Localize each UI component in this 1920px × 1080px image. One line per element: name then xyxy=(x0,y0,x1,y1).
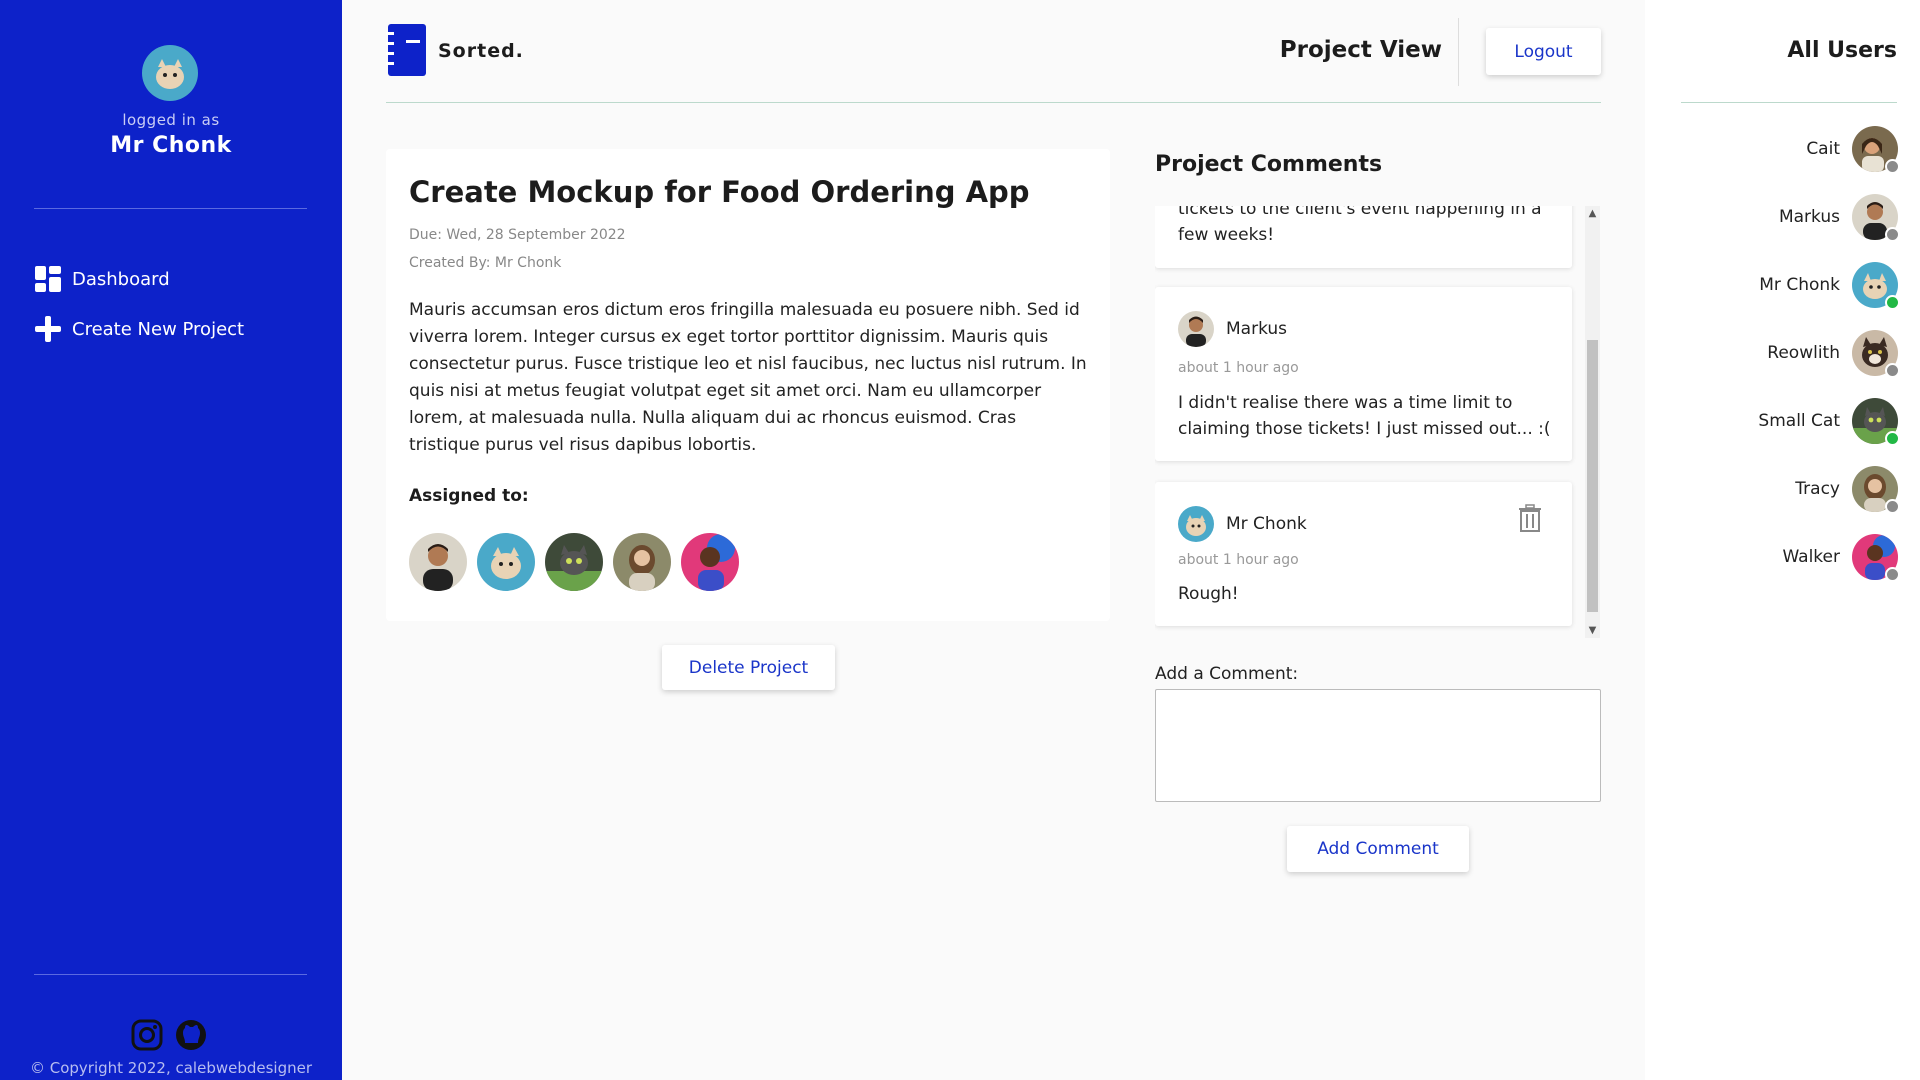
comments-list[interactable]: tickets to the client's event happening … xyxy=(1155,206,1587,638)
user-item-walker[interactable]: Walker xyxy=(1782,534,1900,582)
user-avatar xyxy=(1852,330,1900,378)
nav-create-project[interactable]: Create New Project xyxy=(34,315,244,343)
header-rule xyxy=(386,102,1601,103)
online-status-badge xyxy=(1885,431,1900,446)
assigned-users xyxy=(409,533,739,591)
logged-in-as-label: logged in as xyxy=(122,111,220,129)
github-icon[interactable] xyxy=(174,1018,208,1052)
scrollbar-thumb[interactable] xyxy=(1587,340,1598,612)
delete-project-button[interactable]: Delete Project xyxy=(662,645,835,690)
user-item-small-cat[interactable]: Small Cat xyxy=(1758,398,1900,446)
comment-avatar xyxy=(1178,311,1214,347)
nav-create-project-label: Create New Project xyxy=(72,318,245,340)
user-name: Cait xyxy=(1806,139,1840,159)
comment-author: Mr Chonk xyxy=(1226,514,1307,534)
nav-dashboard-label: Dashboard xyxy=(72,268,170,290)
plus-icon xyxy=(34,315,62,343)
project-description: Mauris accumsan eros dictum eros fringil… xyxy=(409,300,1087,455)
trash-icon[interactable] xyxy=(1518,504,1542,532)
offline-status-badge xyxy=(1885,227,1900,242)
comment-item: Mr Chonk about 1 hour ago Rough! xyxy=(1155,482,1572,626)
sidebar-footer-divider xyxy=(34,974,307,975)
instagram-icon[interactable] xyxy=(130,1018,164,1052)
nav-dashboard[interactable]: Dashboard xyxy=(34,265,170,293)
offline-status-badge xyxy=(1885,159,1900,174)
user-item-cait[interactable]: Cait xyxy=(1806,126,1900,174)
brand-name: Sorted. xyxy=(438,40,524,62)
user-name: Mr Chonk xyxy=(1759,275,1840,295)
user-avatar xyxy=(1852,194,1900,242)
comment-input[interactable] xyxy=(1155,689,1601,802)
social-links xyxy=(130,1018,208,1052)
user-name: Markus xyxy=(1778,207,1840,227)
user-item-tracy[interactable]: Tracy xyxy=(1795,466,1900,514)
user-avatar xyxy=(1852,126,1900,174)
user-avatar xyxy=(1852,466,1900,514)
current-user-avatar xyxy=(142,45,198,101)
comment-text: tickets to the client's event happening … xyxy=(1178,206,1542,245)
offline-status-badge xyxy=(1885,499,1900,514)
users-rule xyxy=(1681,102,1897,103)
offline-status-badge xyxy=(1885,363,1900,378)
comment-author: Markus xyxy=(1226,319,1288,339)
dashboard-icon xyxy=(34,265,62,293)
users-panel: All Users Cait Markus Mr Chonk Reowlith … xyxy=(1645,0,1920,1080)
sidebar-divider xyxy=(34,208,307,209)
comment-text: I didn't realise there was a time limit … xyxy=(1178,393,1551,439)
user-avatar xyxy=(1852,398,1900,446)
offline-status-badge xyxy=(1885,567,1900,582)
comment-avatar xyxy=(1178,506,1214,542)
user-avatar xyxy=(1852,262,1900,310)
project-created-by: Created By: Mr Chonk xyxy=(409,255,562,271)
user-item-markus[interactable]: Markus xyxy=(1778,194,1900,242)
comment-item: tickets to the client's event happening … xyxy=(1155,206,1572,268)
user-name: Tracy xyxy=(1795,479,1840,499)
add-comment-label: Add a Comment: xyxy=(1155,664,1299,684)
comments-heading: Project Comments xyxy=(1155,152,1383,177)
user-name: Reowlith xyxy=(1767,343,1840,363)
project-title: Create Mockup for Food Ordering App xyxy=(409,175,1030,209)
logout-button[interactable]: Logout xyxy=(1486,28,1601,75)
copyright-text: © Copyright 2022, calebwebdesigner xyxy=(29,1059,313,1077)
header-divider xyxy=(1458,18,1459,86)
comment-item: Markus about 1 hour ago I didn't realise… xyxy=(1155,287,1572,461)
sorted-logo-icon xyxy=(386,24,426,76)
page-title: Project View xyxy=(1279,37,1442,63)
add-comment-button[interactable]: Add Comment xyxy=(1287,826,1469,872)
project-card: Create Mockup for Food Ordering App Due:… xyxy=(386,149,1110,621)
users-heading: All Users xyxy=(1787,38,1897,63)
user-name: Walker xyxy=(1782,547,1840,567)
scroll-down-icon[interactable]: ▼ xyxy=(1585,623,1600,638)
sidebar: logged in as Mr Chonk Dashboard Create N… xyxy=(0,0,342,1080)
online-status-badge xyxy=(1885,295,1900,310)
user-avatar xyxy=(1852,534,1900,582)
assignee-avatar-tracy xyxy=(613,533,671,591)
user-name: Small Cat xyxy=(1758,411,1840,431)
comment-time: about 1 hour ago xyxy=(1178,552,1299,568)
current-user-name: Mr Chonk xyxy=(110,133,232,158)
assigned-label: Assigned to: xyxy=(409,486,529,506)
user-item-mr-chonk[interactable]: Mr Chonk xyxy=(1759,262,1900,310)
assignee-avatar-mr-chonk xyxy=(477,533,535,591)
assignee-avatar-small-cat xyxy=(545,533,603,591)
assignee-avatar-markus xyxy=(409,533,467,591)
comment-time: about 1 hour ago xyxy=(1178,360,1299,376)
project-due-date: Due: Wed, 28 September 2022 xyxy=(409,227,626,243)
user-item-reowlith[interactable]: Reowlith xyxy=(1767,330,1900,378)
comment-text: Rough! xyxy=(1178,584,1239,604)
comments-scrollbar[interactable]: ▲ ▼ xyxy=(1585,206,1600,638)
scroll-up-icon[interactable]: ▲ xyxy=(1585,206,1600,221)
assignee-avatar-walker xyxy=(681,533,739,591)
